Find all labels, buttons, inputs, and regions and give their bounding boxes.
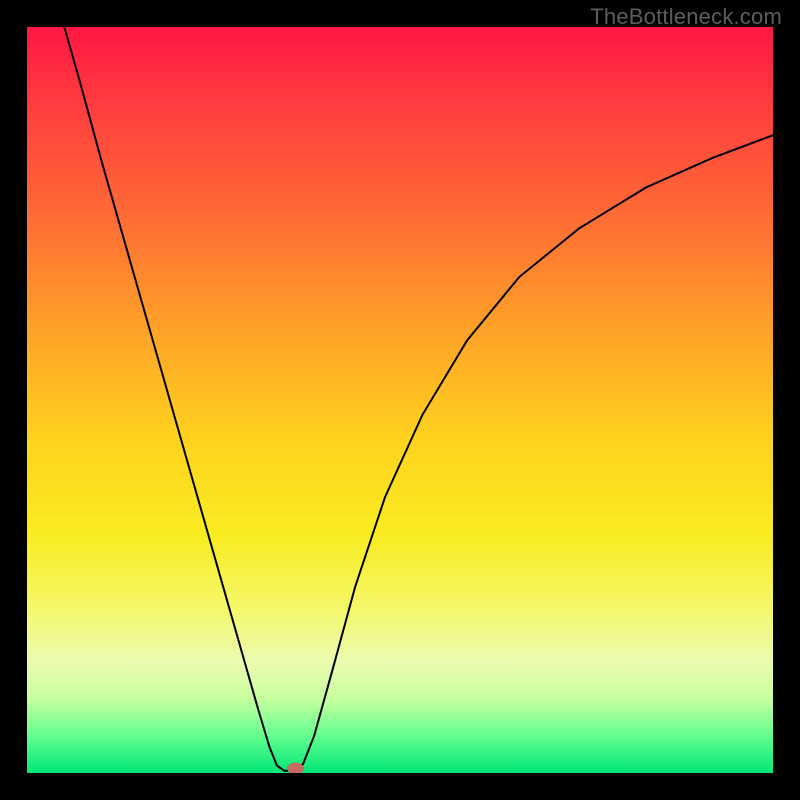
watermark-text: TheBottleneck.com [590, 4, 782, 30]
bottleneck-chart [27, 27, 773, 773]
chart-background [27, 27, 773, 773]
chart-frame: TheBottleneck.com [0, 0, 800, 800]
